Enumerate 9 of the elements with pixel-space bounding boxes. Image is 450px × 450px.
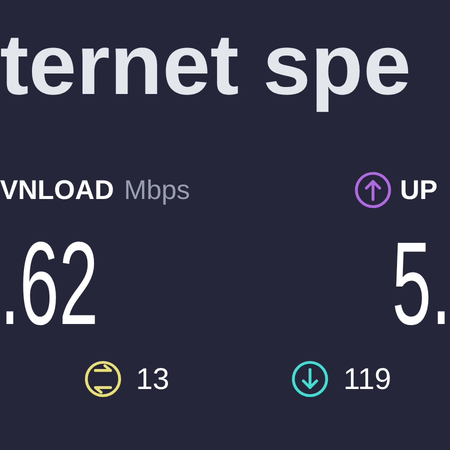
page-title: ternet spe bbox=[0, 22, 412, 115]
ping-value: 13 bbox=[136, 362, 170, 398]
upload-label: UP bbox=[400, 174, 438, 207]
download-label: VNLOAD bbox=[0, 174, 114, 207]
unit-label: Mbps bbox=[124, 174, 190, 207]
upload-icon bbox=[354, 171, 392, 210]
upload-speed: 5. bbox=[392, 224, 450, 342]
download-speed: .62 bbox=[0, 224, 98, 342]
ping-value: 119 bbox=[343, 362, 392, 398]
